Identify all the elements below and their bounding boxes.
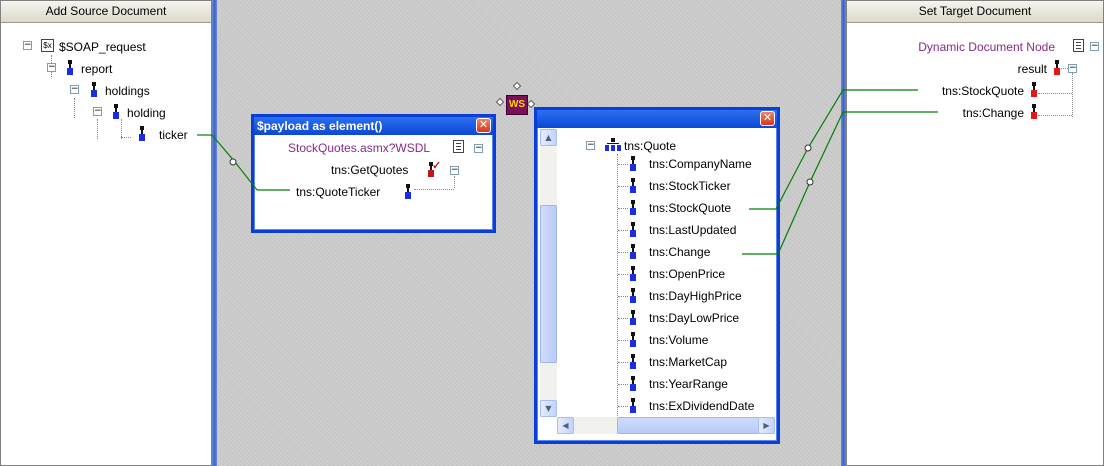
link-change[interactable] <box>742 111 938 255</box>
link-midpoint-handle[interactable] <box>229 158 237 166</box>
link-stockquote[interactable] <box>749 89 918 210</box>
link-overlay <box>197 89 938 255</box>
link-midpoint-handle[interactable] <box>804 144 812 152</box>
link-midpoint-handle[interactable] <box>806 178 814 186</box>
